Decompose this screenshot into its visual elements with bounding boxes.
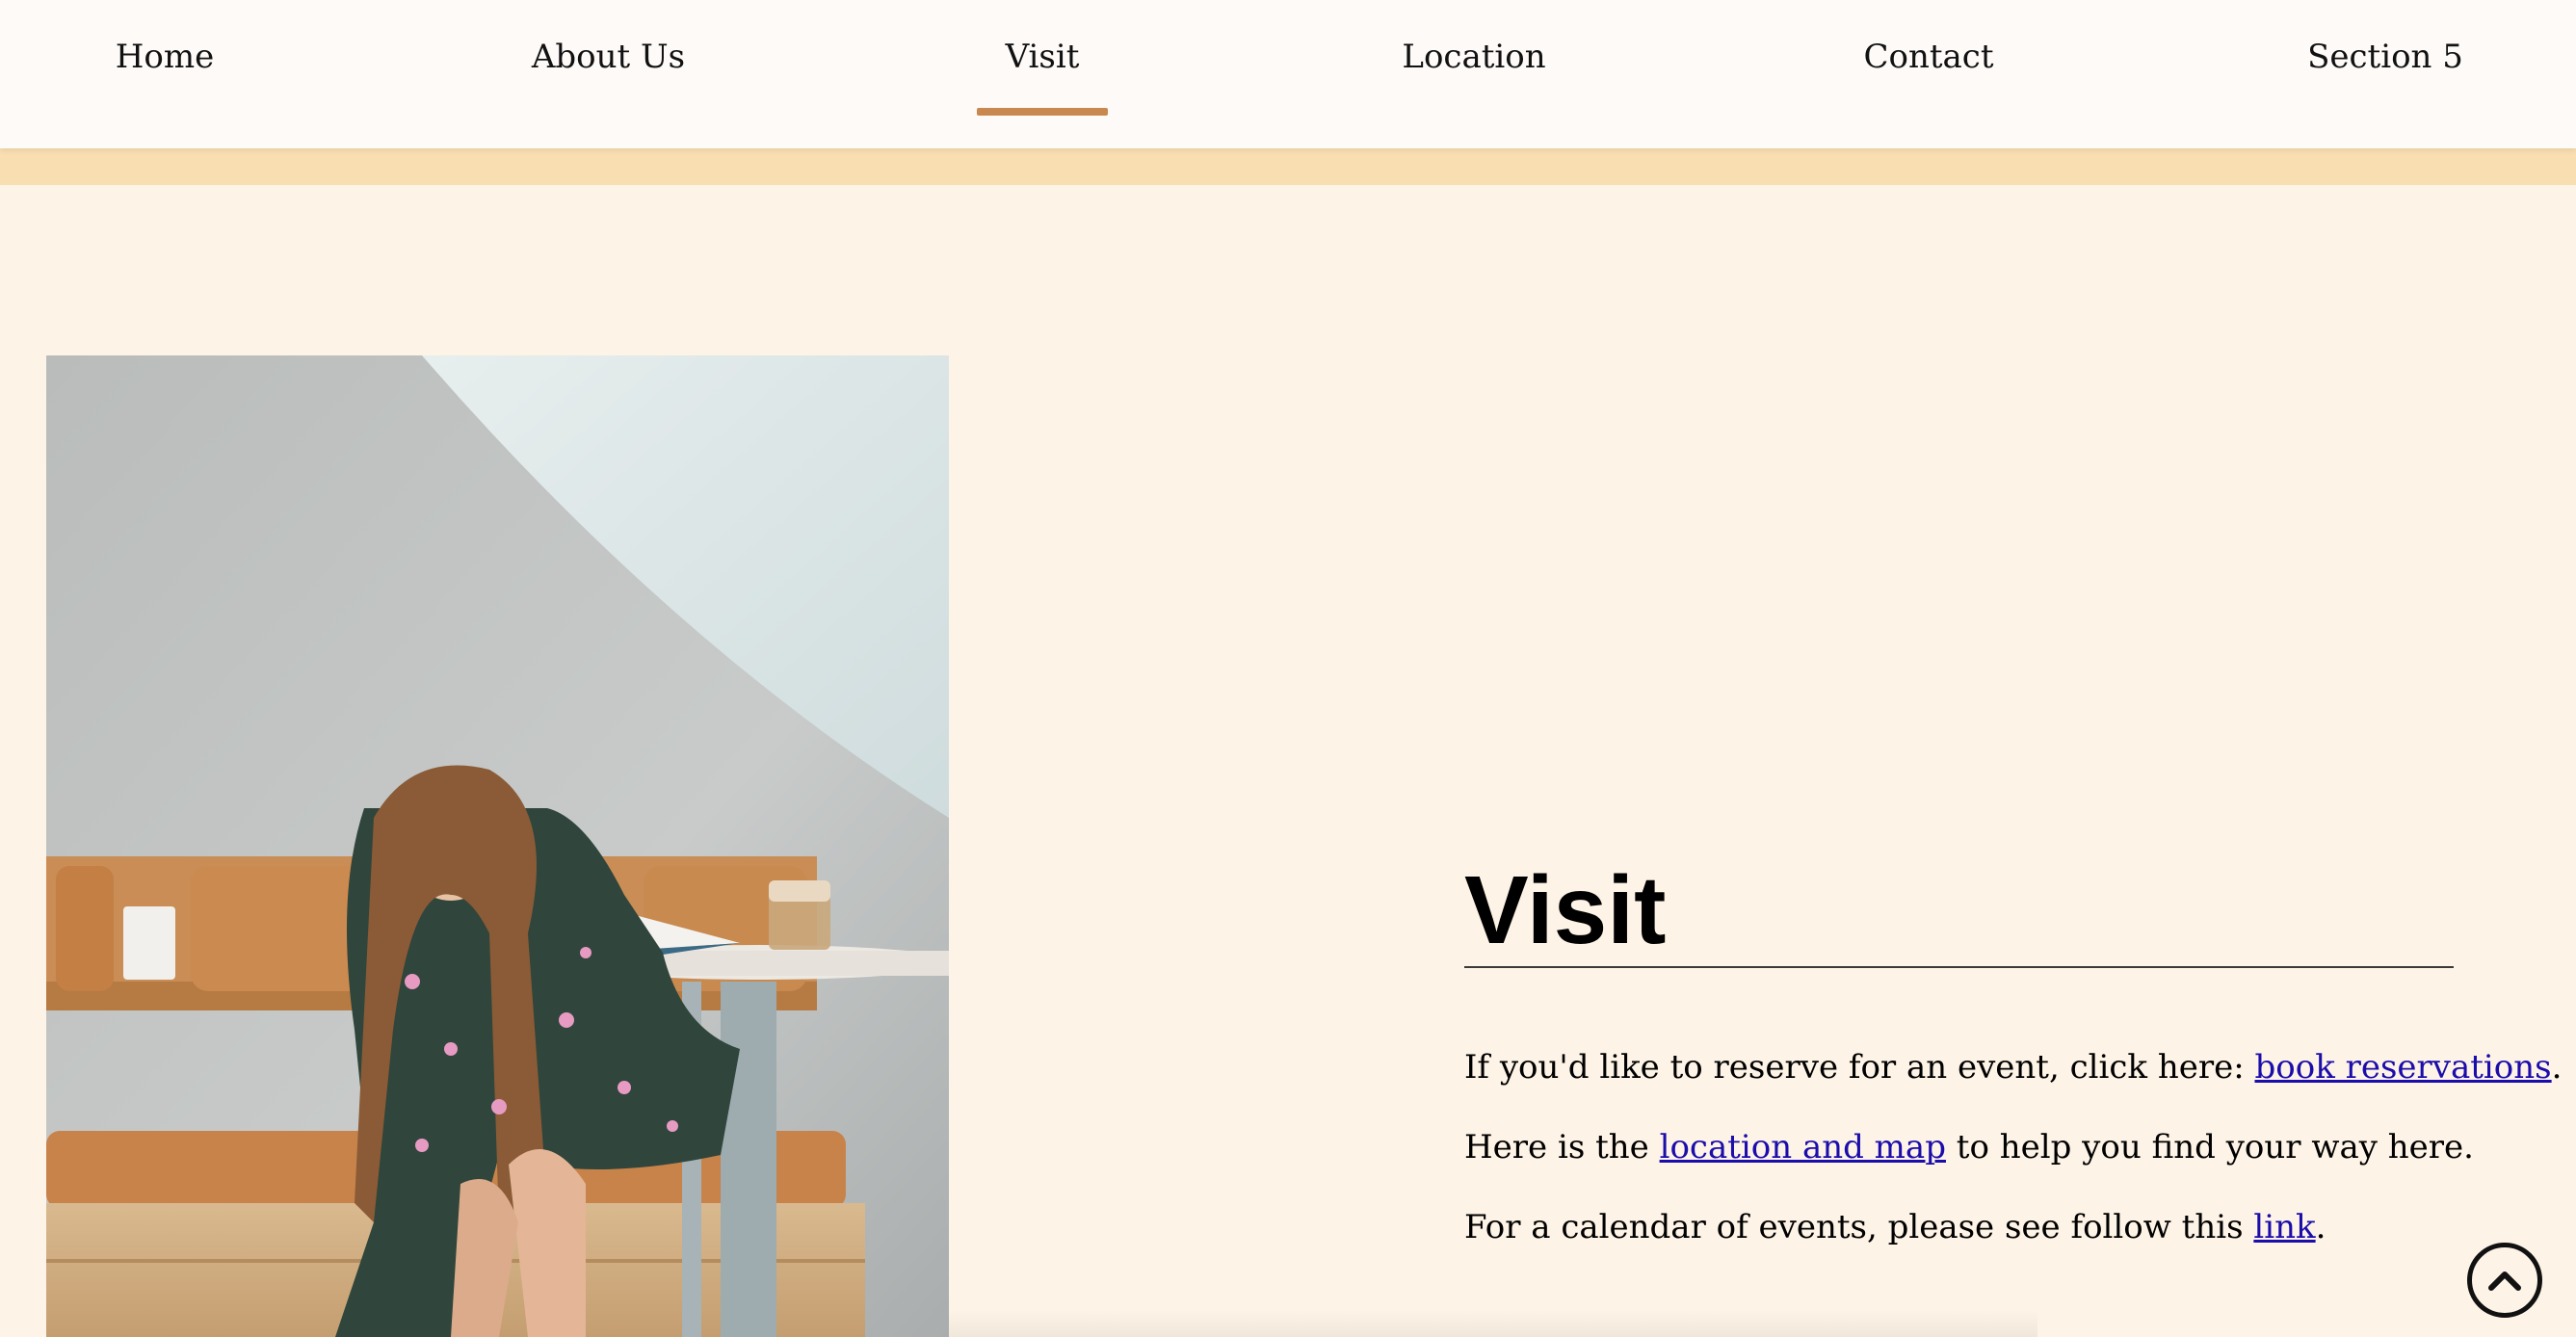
location-paragraph: Here is the location and map to help you…	[1464, 1128, 2474, 1167]
bottom-shadow	[949, 1310, 2037, 1337]
title-divider	[1464, 966, 2454, 968]
chevron-up-icon	[2488, 1271, 2521, 1291]
nav-item-visit[interactable]: Visit	[977, 0, 1108, 148]
book-reservations-link[interactable]: book reservations	[2254, 1048, 2551, 1087]
cafe-photo	[46, 355, 949, 1337]
top-navigation: Home About Us Visit Location Contact Sec…	[0, 0, 2576, 148]
scroll-to-top-button[interactable]	[2467, 1243, 2542, 1318]
location-and-map-link[interactable]: location and map	[1660, 1128, 1946, 1167]
reservation-paragraph: If you'd like to reserve for an event, c…	[1464, 1048, 2563, 1087]
nav-item-location[interactable]: Location	[1397, 0, 1551, 148]
section-title: Visit	[1464, 856, 1667, 964]
nav-item-section-5[interactable]: Section 5	[2307, 0, 2463, 148]
nav-item-about-us[interactable]: About Us	[525, 0, 692, 148]
nav-item-contact[interactable]: Contact	[1861, 0, 1996, 148]
nav-item-home[interactable]: Home	[92, 0, 237, 148]
calendar-paragraph: For a calendar of events, please see fol…	[1464, 1208, 2326, 1246]
calendar-link[interactable]: link	[2253, 1208, 2315, 1246]
cafe-photo-illustration	[46, 355, 949, 1337]
header-band	[0, 148, 2576, 185]
visit-section: Visit If you'd like to reserve for an ev…	[1464, 856, 2562, 1246]
